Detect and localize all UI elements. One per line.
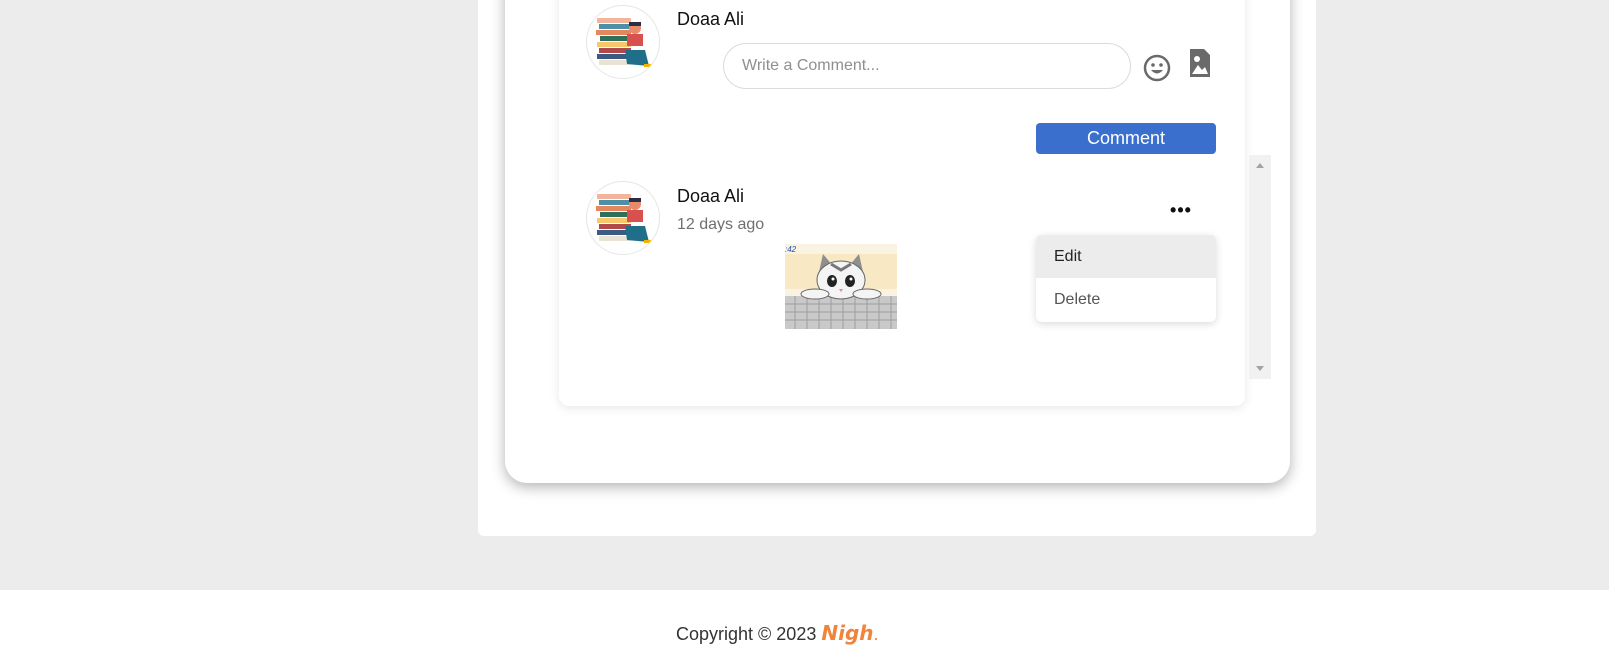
scroll-up-icon[interactable] <box>1256 163 1264 168</box>
more-options-button[interactable]: ••• <box>1166 201 1196 223</box>
composer-username: Doaa Ali <box>677 9 745 29</box>
kitten-on-keyboard-image[interactable] <box>785 244 897 329</box>
avatar[interactable] <box>586 5 660 79</box>
comment-input[interactable] <box>723 43 1131 89</box>
scroll-down-icon[interactable] <box>1256 366 1264 371</box>
comment-timestamp: 12 days ago <box>677 216 765 233</box>
image-upload-icon[interactable] <box>1188 47 1212 84</box>
copyright-text: Copyright © 2023 <box>676 624 817 644</box>
smiley-icon[interactable] <box>1142 53 1172 88</box>
scrollbar[interactable] <box>1249 155 1271 379</box>
comment-submit-button[interactable]: Comment <box>1036 123 1216 154</box>
reader-avatar-icon <box>596 194 651 243</box>
reader-avatar-icon <box>596 18 651 67</box>
image-caption: :42 <box>785 245 797 254</box>
brand-dot: . <box>873 624 879 644</box>
comment-username: Doaa Ali <box>677 186 745 206</box>
menu-item-delete[interactable]: Delete <box>1036 278 1216 321</box>
footer-copyright: Copyright © 2023 Nigh. <box>676 621 879 645</box>
avatar[interactable] <box>586 181 660 255</box>
comment-options-menu: Edit Delete <box>1036 235 1216 322</box>
brand-logo[interactable]: Nigh <box>821 621 873 645</box>
menu-item-edit[interactable]: Edit <box>1036 235 1216 278</box>
